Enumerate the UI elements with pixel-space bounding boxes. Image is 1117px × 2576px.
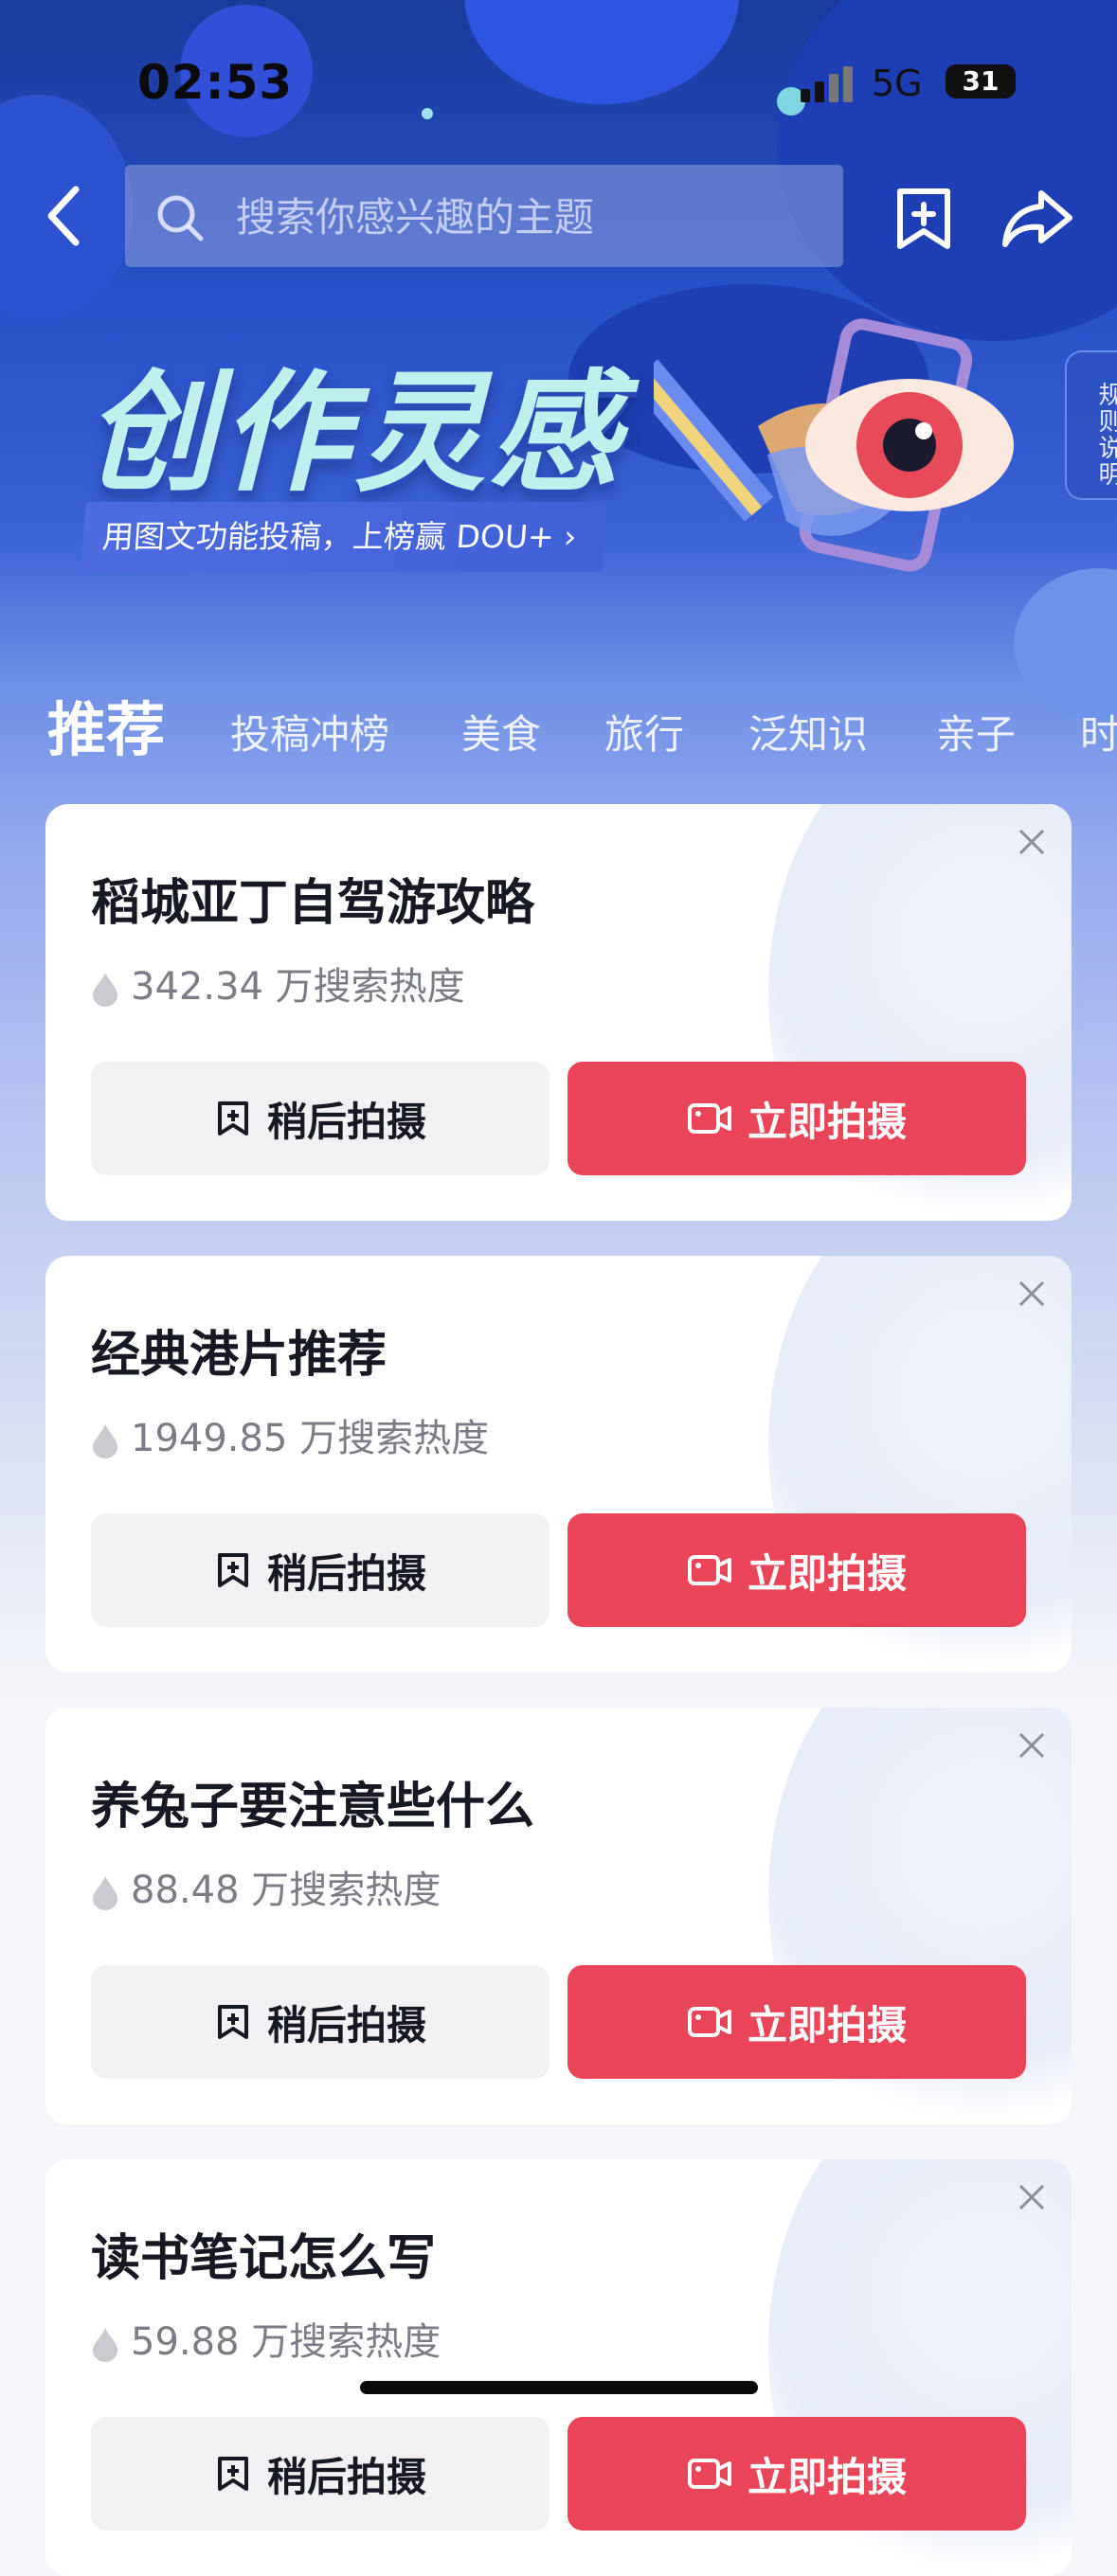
- chevron-left-icon: [47, 186, 80, 246]
- close-icon[interactable]: [1013, 2178, 1051, 2216]
- tab-travel[interactable]: 旅行: [604, 703, 684, 760]
- topic-title: 稻城亚丁自驾游攻略: [91, 875, 535, 932]
- shoot-now-label: 立即拍摄: [747, 2002, 907, 2048]
- topic-title: 养兔子要注意些什么: [91, 1779, 535, 1835]
- topic-card: 养兔子要注意些什么 88.48 万搜索热度 稍后拍摄 立即拍摄: [45, 1708, 1072, 2124]
- search-icon: [157, 195, 204, 242]
- heat-text: 59.88 万搜索热度: [131, 2320, 441, 2364]
- bookmark-add-icon: [217, 1101, 248, 1136]
- tab-parenting[interactable]: 亲子: [936, 703, 1016, 760]
- rules-button[interactable]: 规则说明: [1065, 350, 1117, 500]
- close-icon[interactable]: [1013, 823, 1051, 861]
- status-time: 02:53: [137, 55, 294, 110]
- bookmark-button[interactable]: [891, 186, 957, 252]
- network-label: 5G: [872, 63, 923, 104]
- heat-stat: 59.88 万搜索热度: [91, 2311, 441, 2366]
- close-icon[interactable]: [1013, 1726, 1051, 1764]
- search-input[interactable]: [234, 184, 816, 250]
- video-camera-icon: [687, 1555, 731, 1585]
- shoot-later-button[interactable]: 稍后拍摄: [91, 1062, 549, 1175]
- shoot-now-label: 立即拍摄: [747, 2454, 907, 2499]
- tab-food[interactable]: 美食: [461, 703, 541, 760]
- heat-stat: 1949.85 万搜索热度: [91, 1407, 489, 1462]
- tab-contest[interactable]: 投稿冲榜: [230, 703, 389, 760]
- status-bar: 02:53 5G 31: [0, 45, 1117, 121]
- heat-text: 342.34 万搜索热度: [131, 965, 465, 1009]
- bookmark-add-icon: [217, 2457, 248, 2491]
- shoot-later-label: 稍后拍摄: [266, 2002, 426, 2048]
- topic-card: 经典港片推荐 1949.85 万搜索热度 稍后拍摄 立即拍摄: [45, 1256, 1072, 1673]
- flame-icon: [93, 1876, 117, 1910]
- shoot-now-button[interactable]: 立即拍摄: [568, 1965, 1026, 2079]
- banner-title: 创作灵感: [85, 357, 624, 510]
- shoot-now-label: 立即拍摄: [747, 1550, 907, 1596]
- shoot-later-button[interactable]: 稍后拍摄: [91, 2417, 549, 2531]
- signal-icon: [801, 66, 857, 102]
- share-icon: [1002, 190, 1072, 247]
- shoot-later-label: 稍后拍摄: [266, 1550, 426, 1596]
- search-bar[interactable]: [125, 165, 843, 267]
- video-camera-icon: [687, 2007, 731, 2037]
- flame-icon: [93, 1424, 117, 1458]
- shoot-later-button[interactable]: 稍后拍摄: [91, 1513, 549, 1627]
- tab-recommend[interactable]: 推荐: [47, 682, 165, 767]
- heat-text: 1949.85 万搜索热度: [131, 1417, 490, 1460]
- heat-text: 88.48 万搜索热度: [131, 1869, 441, 1912]
- shoot-now-label: 立即拍摄: [747, 1099, 907, 1144]
- shoot-later-button[interactable]: 稍后拍摄: [91, 1965, 549, 2079]
- heat-stat: 88.48 万搜索热度: [91, 1859, 441, 1914]
- shoot-now-button[interactable]: 立即拍摄: [568, 1513, 1026, 1627]
- topic-card: 读书笔记怎么写 59.88 万搜索热度 稍后拍摄 立即拍摄: [45, 2159, 1072, 2576]
- heat-stat: 342.34 万搜索热度: [91, 956, 465, 1011]
- battery-icon: 31: [946, 64, 1016, 98]
- share-button[interactable]: [1000, 186, 1075, 252]
- bookmark-add-icon: [897, 188, 950, 249]
- shoot-later-label: 稍后拍摄: [266, 2454, 426, 2499]
- bookmark-add-icon: [217, 2005, 248, 2039]
- close-icon[interactable]: [1013, 1275, 1051, 1313]
- bookmark-add-icon: [217, 1553, 248, 1587]
- category-tabs: 推荐 投稿冲榜 美食 旅行 泛知识 亲子 时: [0, 682, 1117, 767]
- eye-illustration-icon: [654, 318, 1014, 572]
- shoot-now-button[interactable]: 立即拍摄: [568, 2417, 1026, 2531]
- video-camera-icon: [687, 1103, 731, 1134]
- banner-subtitle-link[interactable]: 用图文功能投稿，上榜赢 DOU+ ›: [81, 502, 607, 572]
- shoot-now-button[interactable]: 立即拍摄: [568, 1062, 1026, 1175]
- topic-title: 经典港片推荐: [91, 1327, 387, 1384]
- topic-card: 稻城亚丁自驾游攻略 342.34 万搜索热度 稍后拍摄 立即拍摄: [45, 804, 1072, 1221]
- topic-title: 读书笔记怎么写: [91, 2230, 437, 2287]
- flame-icon: [93, 973, 117, 1007]
- back-button[interactable]: [38, 178, 95, 254]
- flame-icon: [93, 2328, 117, 2362]
- tab-more[interactable]: 时: [1080, 703, 1117, 760]
- home-indicator: [360, 2381, 758, 2394]
- video-camera-icon: [687, 2459, 731, 2489]
- shoot-later-label: 稍后拍摄: [266, 1099, 426, 1144]
- tab-knowledge[interactable]: 泛知识: [748, 703, 868, 760]
